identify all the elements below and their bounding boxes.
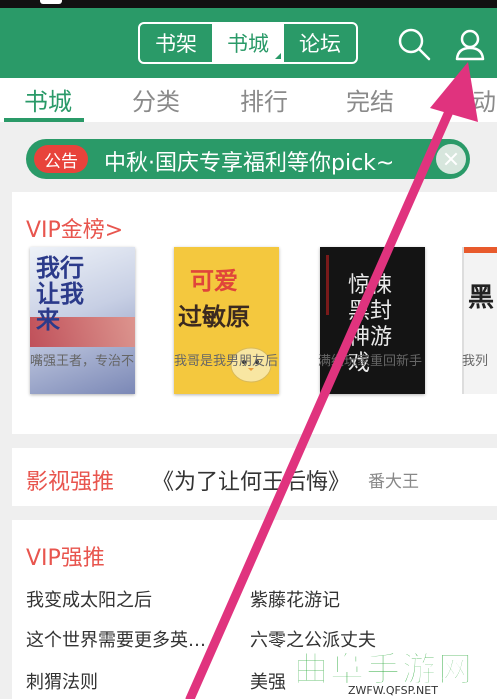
film-recommend-author: 番大王 bbox=[368, 472, 419, 492]
cover-title: 过敏原 bbox=[178, 303, 250, 331]
cover-title: 可爱 bbox=[190, 267, 238, 295]
film-recommend-book[interactable]: 《为了让何王后悔》 bbox=[152, 464, 350, 496]
announcement-text[interactable]: 中秋·国庆专享福利等你pick~ bbox=[104, 145, 394, 177]
watermark-url: ZWFW.QFSP.NET bbox=[346, 684, 440, 697]
announcement-badge: 公告 bbox=[34, 145, 88, 173]
search-icon[interactable] bbox=[396, 26, 432, 62]
active-tab-indicator bbox=[4, 118, 84, 122]
status-indicator bbox=[40, 0, 62, 4]
book-item[interactable]: 惊悚黑封神游戏 bbox=[320, 247, 432, 394]
book-title[interactable]: 满级玩家重回新手 bbox=[318, 350, 422, 369]
film-recommend-row[interactable]: 影视强推 《为了让何王后悔》 番大王 bbox=[12, 448, 497, 506]
tab-categories[interactable]: 分类 bbox=[132, 82, 180, 117]
segment-bookstore[interactable]: 书城 bbox=[212, 24, 284, 62]
book-item[interactable]: 黑 bbox=[462, 247, 497, 394]
top-bar: 书架 书城 论坛 bbox=[0, 8, 497, 78]
section-switcher: 书架 书城 论坛 bbox=[138, 22, 358, 64]
list-item[interactable]: 刺猬法则 bbox=[26, 668, 98, 694]
list-item[interactable]: 这个世界需要更多英… bbox=[26, 626, 206, 652]
status-bar bbox=[0, 0, 497, 8]
segment-forum[interactable]: 论坛 bbox=[284, 24, 356, 62]
segment-bookshelf[interactable]: 书架 bbox=[140, 24, 212, 62]
list-item[interactable]: 美强 bbox=[250, 668, 286, 694]
book-title[interactable]: 我列 bbox=[462, 350, 488, 369]
book-item[interactable]: 我行让我来 bbox=[30, 247, 142, 394]
vip-gold-section: VIP金榜> 我行让我来 嘴强王者，专治不 可爱 过敏原 我哥是我男朋友后 惊悚… bbox=[12, 192, 497, 434]
book-item[interactable]: 可爱 过敏原 bbox=[174, 247, 286, 394]
book-cover[interactable]: 惊悚黑封神游戏 bbox=[320, 247, 425, 394]
tab-events[interactable]: 活动 bbox=[448, 82, 496, 117]
vip-recommend-title[interactable]: VIP强推 bbox=[26, 540, 105, 572]
book-title[interactable]: 嘴强王者，专治不 bbox=[30, 350, 134, 369]
tab-bookstore[interactable]: 书城 bbox=[24, 82, 72, 117]
tab-completed[interactable]: 完结 bbox=[346, 82, 394, 117]
book-title[interactable]: 我哥是我男朋友后 bbox=[174, 350, 278, 369]
watermark: 曲阜手游网 ZWFW.QFSP.NET bbox=[290, 640, 497, 699]
vip-gold-title[interactable]: VIP金榜> bbox=[26, 212, 123, 244]
cover-title: 我行让我来 bbox=[36, 254, 84, 334]
category-tabs: 书城 分类 排行 完结 活动 bbox=[0, 78, 497, 122]
cover-art bbox=[326, 255, 329, 315]
tab-ranking[interactable]: 排行 bbox=[240, 82, 288, 117]
close-icon[interactable] bbox=[436, 144, 466, 174]
book-cover[interactable]: 可爱 过敏原 bbox=[174, 247, 279, 394]
announcement-bar[interactable]: 公告 中秋·国庆专享福利等你pick~ bbox=[26, 139, 470, 179]
film-recommend-label: 影视强推 bbox=[26, 470, 115, 495]
book-cover[interactable]: 黑 bbox=[462, 247, 497, 394]
cover-art bbox=[464, 247, 497, 253]
book-cover[interactable]: 我行让我来 bbox=[30, 247, 135, 394]
cover-title: 黑 bbox=[468, 283, 495, 313]
list-item[interactable]: 我变成太阳之后 bbox=[26, 586, 152, 612]
user-icon[interactable] bbox=[452, 26, 488, 62]
list-item[interactable]: 紫藤花游记 bbox=[250, 586, 340, 612]
